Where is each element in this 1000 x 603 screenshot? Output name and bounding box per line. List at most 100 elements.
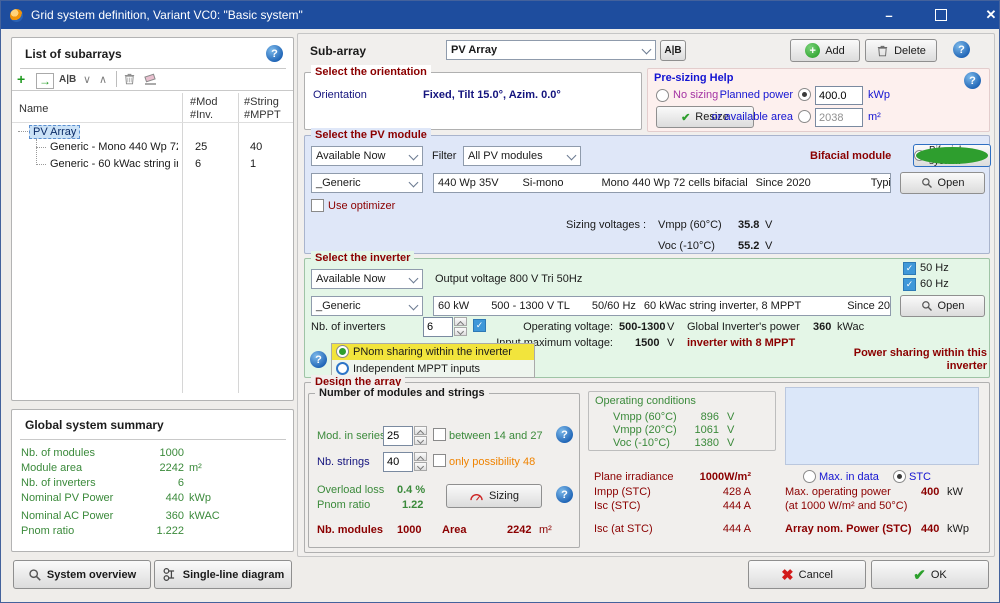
planned-power-unit: kWp (868, 89, 890, 101)
ok-button[interactable]: ✔ OK (871, 560, 989, 589)
available-area-input[interactable] (815, 108, 863, 127)
tree-node-pv-array[interactable]: PV Array (29, 125, 80, 139)
subarrays-help-icon[interactable]: ? (266, 45, 283, 62)
minimize-button[interactable]: – (871, 1, 907, 29)
vmpp-value: 35.8 (738, 219, 759, 231)
stc-radio[interactable] (893, 470, 906, 483)
rename-icon[interactable]: A|B (59, 74, 76, 85)
mod-series-input[interactable] (383, 426, 413, 446)
clear-eraser-icon[interactable] (143, 72, 158, 86)
planned-power-radio[interactable] (798, 88, 811, 101)
mod-series-help-icon[interactable]: ? (556, 426, 573, 443)
bifacial-system-button[interactable]: Bifacial system (913, 144, 991, 167)
module-model-select[interactable]: 440 Wp 35V Si-mono Mono 440 Wp 72 cells … (433, 173, 891, 193)
spinner-down-icon[interactable] (414, 462, 427, 471)
move-down-icon[interactable]: ∨ (83, 73, 91, 86)
inverter-open-button[interactable]: Open (900, 295, 985, 317)
spinner-down-icon[interactable] (414, 436, 427, 445)
rename-subarray-button[interactable]: A|B (660, 40, 686, 61)
mod-series-spinner[interactable] (383, 426, 427, 446)
module-open-button[interactable]: Open (900, 172, 985, 194)
trash-icon (876, 44, 889, 58)
sizing-button[interactable]: Sizing (446, 484, 542, 508)
add-subarray-icon[interactable]: + (17, 71, 25, 87)
tree-node-module[interactable]: Generic - Mono 440 Wp 72 cells... (50, 141, 178, 153)
delete-subarray-icon[interactable] (123, 72, 136, 86)
pnom-ratio-label: Pnom ratio (317, 499, 370, 511)
summary-unit-1: m² (189, 462, 202, 474)
voc-label: Voc (-10°C) (658, 240, 715, 252)
subarray-help-icon[interactable]: ? (953, 41, 970, 58)
presizing-help-icon[interactable]: ? (964, 72, 981, 89)
pnom-sharing-radio[interactable] (336, 345, 349, 358)
tree-node-inverter[interactable]: Generic - 60 kWac string invert... (50, 158, 178, 170)
system-overview-button[interactable]: System overview (13, 560, 151, 589)
bifacial-radio-icon (914, 150, 925, 161)
input-max-voltage-unit: V (667, 337, 674, 349)
area-label: Area (442, 524, 466, 536)
sizing-help-icon[interactable]: ? (556, 486, 573, 503)
use-optimizer-checkbox[interactable] (311, 199, 324, 212)
max-in-data-radio[interactable] (803, 470, 816, 483)
nb-strings-spinner[interactable] (383, 452, 427, 472)
inverter-availability-select[interactable]: Available Now (311, 269, 423, 289)
independent-mppt-label: Independent MPPT inputs (353, 363, 480, 375)
max-in-data-label: Max. in data (819, 471, 879, 483)
strings-legend: Number of modules and strings (315, 386, 489, 400)
subarray-select[interactable]: PV Array (446, 40, 656, 60)
design-group: Design the array Number of modules and s… (304, 382, 990, 553)
hz50-checkbox[interactable]: ✓ (903, 262, 916, 275)
planned-power-input[interactable] (815, 86, 863, 105)
magnifier-icon (921, 177, 933, 189)
magnifier-icon (921, 300, 933, 312)
summary-label-4: Nominal AC Power (21, 510, 113, 522)
module-availability-select[interactable]: Available Now (311, 146, 423, 166)
independent-mppt-radio[interactable] (336, 362, 349, 375)
isc-stc-label: Isc (STC) (594, 500, 640, 512)
summary-label-0: Nb. of modules (21, 447, 95, 459)
spinner-up-icon[interactable] (414, 452, 427, 461)
spinner-down-icon[interactable] (454, 327, 467, 336)
chevron-down-icon (567, 152, 576, 161)
nb-modules-value: 1000 (397, 524, 421, 536)
nb-strings-only-checkbox[interactable] (433, 454, 446, 467)
delete-subarray-button[interactable]: Delete (865, 39, 937, 62)
close-button[interactable]: ✕ (973, 1, 1000, 29)
move-up-icon[interactable]: ∧ (99, 73, 107, 86)
nb-strings-input[interactable] (383, 452, 413, 472)
pnom-help-icon[interactable]: ? (310, 351, 327, 368)
module-filter-select[interactable]: All PV modules (463, 146, 581, 166)
oc-value-2: 1380 (684, 437, 719, 449)
mod-series-range-checkbox[interactable] (433, 428, 446, 441)
available-area-radio[interactable] (798, 110, 811, 123)
power-sharing-note: Power sharing within this inverter (845, 347, 987, 373)
tree-inverter-mod-count: 6 (195, 158, 201, 170)
col-string: #String (244, 96, 279, 108)
col-name: Name (19, 103, 48, 115)
vmpp-unit: V (765, 219, 772, 231)
nb-inverters-spinner[interactable] (423, 317, 467, 337)
plane-irradiance-value: 1000W/m² (685, 471, 751, 483)
hz60-checkbox[interactable]: ✓ (903, 278, 916, 291)
oc-value-0: 896 (684, 411, 719, 423)
inverter-legend: Select the inverter (311, 251, 414, 265)
inverter-group: Select the inverter Available Now Output… (304, 258, 990, 378)
inverter-model-select[interactable]: 60 kW 500 - 1300 V TL 50/60 Hz 60 kWac s… (433, 296, 891, 316)
summary-value-5: 1.222 (127, 525, 184, 537)
summary-title: Global system summary (25, 418, 164, 432)
spinner-up-icon[interactable] (414, 426, 427, 435)
module-legend: Select the PV module (311, 128, 431, 142)
maximize-button[interactable] (923, 1, 959, 29)
global-power-value: 360 (813, 321, 831, 333)
summary-value-2: 6 (127, 477, 184, 489)
add-subarray-button[interactable]: + Add (790, 39, 860, 62)
nb-inverters-input[interactable] (423, 317, 453, 337)
inverter-manufacturer-select[interactable]: _Generic (311, 296, 423, 316)
module-manufacturer-select[interactable]: _Generic (311, 173, 423, 193)
cancel-button[interactable]: ✖ Cancel (748, 560, 866, 589)
cancel-x-icon: ✖ (781, 566, 794, 584)
duplicate-subarray-icon[interactable]: → (36, 73, 54, 89)
spinner-up-icon[interactable] (454, 317, 467, 326)
summary-value-3: 440 (127, 492, 184, 504)
single-line-diagram-button[interactable]: Single-line diagram (154, 560, 292, 589)
